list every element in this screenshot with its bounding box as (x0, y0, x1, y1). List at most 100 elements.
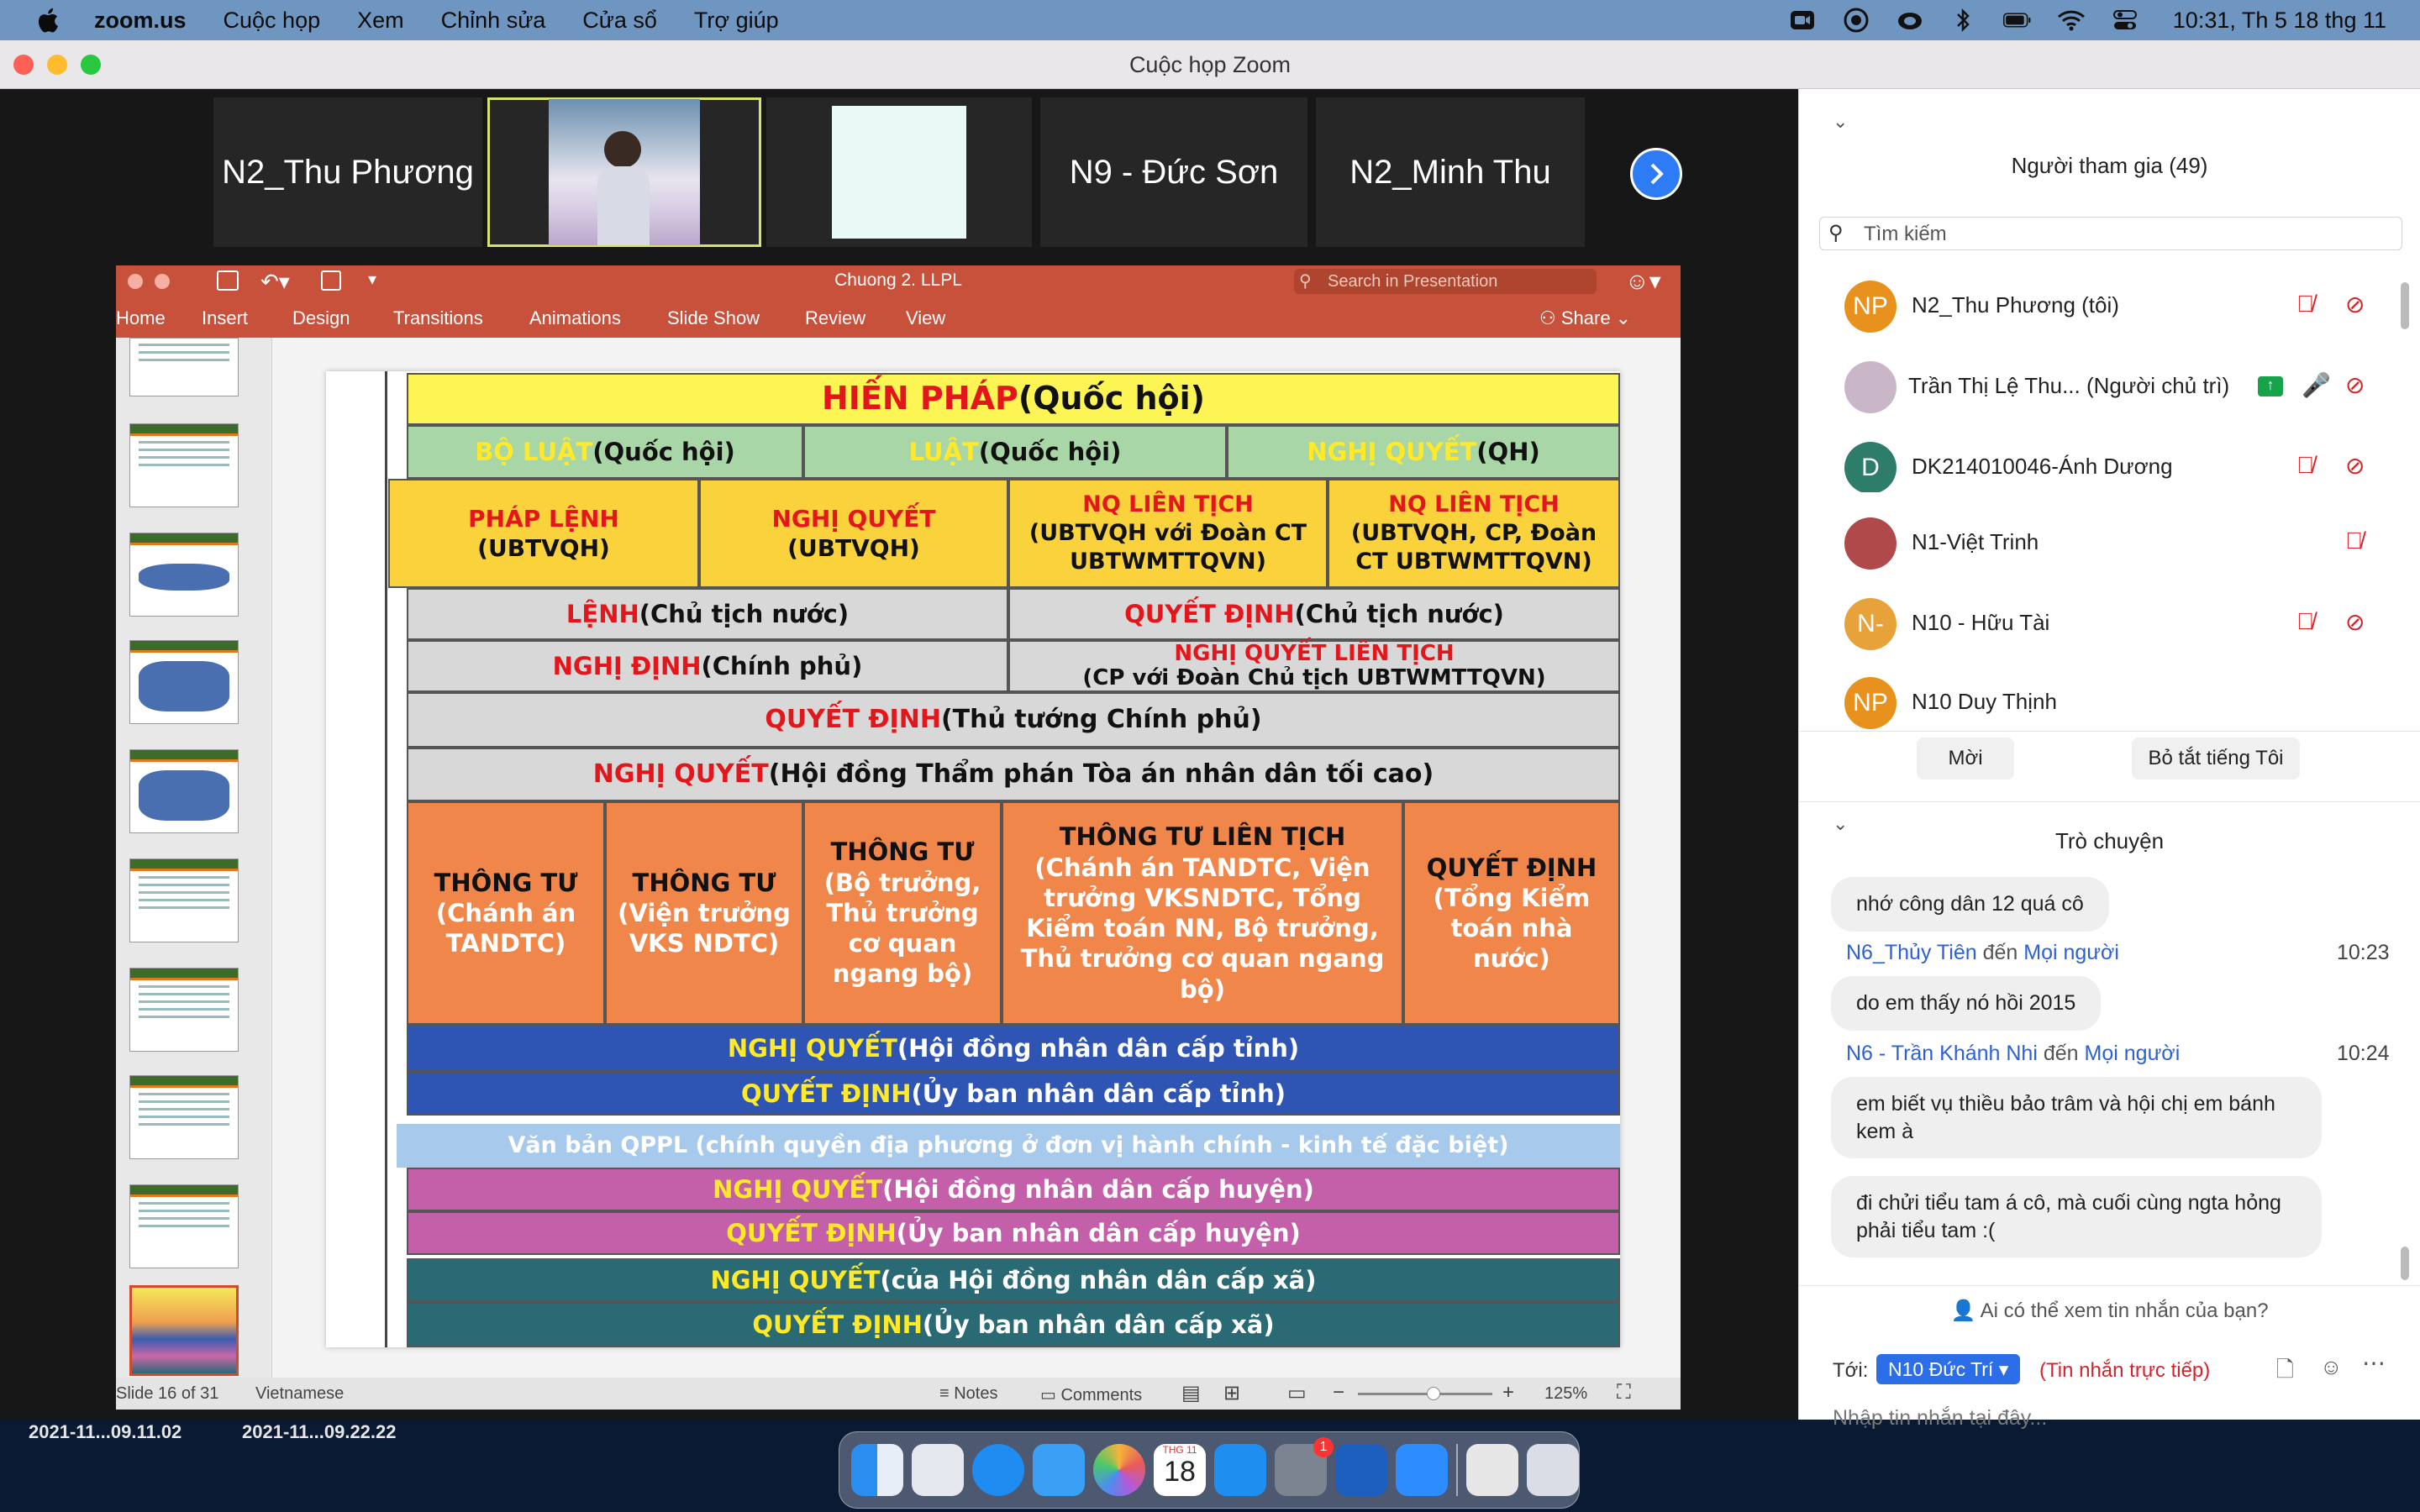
mail-icon[interactable] (1033, 1444, 1085, 1496)
photos-icon[interactable] (1093, 1444, 1145, 1496)
zoom-slider-thumb[interactable] (1427, 1387, 1440, 1400)
tab-design[interactable]: Design (292, 307, 350, 329)
ppt-search-input[interactable]: Search in Presentation (1294, 269, 1597, 294)
participant-list-scrollbar[interactable] (2401, 282, 2409, 329)
tab-home[interactable]: Home (116, 307, 166, 329)
slide-text: (Quốc hội) (978, 437, 1122, 466)
tab-review[interactable]: Review (805, 307, 865, 329)
word-icon[interactable] (1335, 1444, 1387, 1496)
slide-thumbnail[interactable] (129, 423, 239, 507)
comments-button[interactable]: ▭ Comments (1040, 1384, 1142, 1405)
menu-window[interactable]: Cửa sổ (582, 8, 657, 34)
video-tile-thu-phuong[interactable]: N2_Thu Phương (213, 97, 482, 247)
calendar-icon[interactable]: THG 11 18 (1154, 1444, 1206, 1496)
battery-icon[interactable] (2002, 8, 2032, 33)
launchpad-icon[interactable] (912, 1444, 964, 1496)
wifi-icon[interactable] (2057, 8, 2086, 33)
apple-icon[interactable] (34, 6, 60, 34)
menu-help[interactable]: Trợ giúp (694, 8, 779, 34)
normal-view-icon[interactable]: ▤ (1181, 1381, 1201, 1405)
slide-sorter-icon[interactable]: ⊞ (1223, 1381, 1240, 1405)
muted-mic-icon[interactable]: 🎙̸ (2296, 452, 2314, 479)
share-button[interactable]: ⚇ Share ⌄ (1539, 307, 1631, 329)
zoom-app-icon[interactable] (1396, 1444, 1448, 1496)
next-videos-button[interactable] (1630, 148, 1682, 200)
system-preferences-icon[interactable]: 1 (1275, 1437, 1334, 1496)
participant-row[interactable]: Trần Thị Lệ Thu... (Người chủ trì) (1844, 361, 2229, 413)
chat-scrollbar[interactable] (2401, 1247, 2409, 1280)
chat-sender[interactable]: N6_Thủy Tiên (1846, 941, 1977, 964)
tab-transitions[interactable]: Transitions (393, 307, 483, 329)
participant-row[interactable]: D DK214010046-Ánh Dương (1844, 442, 2173, 492)
document-stack-icon[interactable] (1466, 1444, 1518, 1496)
slide-thumbnail[interactable] (129, 1184, 239, 1268)
slide-thumbnail[interactable] (129, 858, 239, 942)
zoom-level[interactable]: 125% (1544, 1384, 1587, 1404)
zoom-window: Cuộc họp Zoom N2_Thu Phương N9 - Đức Sơn… (0, 40, 2420, 1430)
slide-thumbnail[interactable] (129, 749, 239, 833)
recipient-dropdown[interactable]: N10 Đức Trí ▾ (1876, 1354, 2021, 1384)
slide-thumbnail[interactable] (129, 968, 239, 1052)
menu-edit[interactable]: Chỉnh sửa (441, 8, 546, 34)
zoom-in-icon[interactable]: + (1502, 1381, 1514, 1404)
video-tile-host[interactable] (487, 97, 761, 247)
safari-icon[interactable] (972, 1444, 1024, 1496)
presenter-view-icon[interactable]: ▭ (1287, 1381, 1307, 1405)
tab-view[interactable]: View (906, 307, 945, 329)
slide-thumbnail[interactable] (129, 640, 239, 724)
zoom-slider[interactable] (1358, 1393, 1492, 1395)
app-store-icon[interactable] (1214, 1444, 1266, 1496)
language-indicator[interactable]: Vietnamese (255, 1384, 344, 1404)
fit-to-window-icon[interactable]: ⛶ (1617, 1381, 1631, 1404)
tab-insert[interactable]: Insert (202, 307, 248, 329)
tab-slide-show[interactable]: Slide Show (667, 307, 760, 329)
zoom-out-icon[interactable]: − (1333, 1381, 1344, 1404)
muted-mic-icon[interactable]: 🎙̸ (2296, 291, 2314, 318)
more-options-icon[interactable]: ⋯ (2362, 1349, 2386, 1377)
bluetooth-icon[interactable] (1949, 8, 1978, 33)
slide-row-ubnd-huyen: QUYẾT ĐỊNH (Ủy ban nhân dân cấp huyện) (407, 1211, 1620, 1255)
video-tile-minh-thu[interactable]: N2_Minh Thu (1316, 97, 1585, 247)
unmute-me-button[interactable]: Bỏ tắt tiếng Tôi (2132, 738, 2300, 780)
file-icon[interactable]: 🗋 (2276, 1354, 2294, 1391)
menu-meeting[interactable]: Cuộc họp (224, 8, 321, 34)
finder-icon[interactable] (851, 1444, 903, 1496)
tab-animations[interactable]: Animations (529, 307, 621, 329)
smiley-feedback-icon[interactable]: ☺▾ (1625, 267, 1661, 295)
control-center-icon[interactable] (2111, 8, 2139, 33)
participant-row[interactable]: N1-Việt Trinh (1844, 517, 2039, 570)
mic-icon[interactable]: 🎤 (2302, 371, 2331, 399)
slide-thumbnail[interactable] (129, 1075, 239, 1159)
participant-row[interactable]: NP N10 Duy Thịnh (1844, 677, 2057, 729)
menu-clock[interactable]: 10:31, Th 5 18 thg 11 (2173, 8, 2386, 34)
notes-button[interactable]: ≡ Notes (939, 1384, 997, 1404)
muted-mic-icon[interactable]: 🎙̸ (2345, 528, 2363, 554)
participant-search-input[interactable]: ⚲ Tìm kiếm (1819, 217, 2402, 250)
collapse-participants-icon[interactable]: ⌄ (1833, 111, 1848, 133)
video-off-icon[interactable]: ⊘ (2345, 291, 2365, 318)
participant-row[interactable]: N- N10 - Hữu Tài (1844, 598, 2049, 650)
participant-row[interactable]: NP N2_Thu Phương (tôi) (1844, 281, 2119, 333)
video-off-icon[interactable]: ⊘ (2345, 452, 2365, 480)
video-tile-blank[interactable] (766, 97, 1032, 247)
slide-thumbnail[interactable] (129, 533, 239, 617)
menu-view[interactable]: Xem (357, 8, 404, 34)
muted-mic-icon[interactable]: 🎙̸ (2296, 608, 2314, 635)
chat-privacy-link[interactable]: 👤 Ai có thể xem tin nhắn của bạn? (1799, 1299, 2420, 1323)
creative-cloud-icon[interactable] (1896, 8, 1924, 33)
desktop-file-label[interactable]: 2021-11...09.22.22 (242, 1421, 397, 1443)
slide-thumbnail-current[interactable] (129, 1285, 239, 1376)
menu-app-name[interactable]: zoom.us (94, 8, 187, 34)
emoji-icon[interactable]: ☺ (2320, 1354, 2343, 1380)
chat-sender[interactable]: N6 - Trần Khánh Nhi (1846, 1042, 2038, 1065)
video-off-icon[interactable]: ⊘ (2345, 371, 2365, 399)
video-off-icon[interactable]: ⊘ (2345, 608, 2365, 636)
trash-icon[interactable] (1527, 1444, 1579, 1496)
zoom-video-status-icon[interactable] (1788, 8, 1817, 33)
video-tile-duc-son[interactable]: N9 - Đức Sơn (1040, 97, 1307, 247)
invite-button[interactable]: Mời (1917, 738, 2014, 780)
chat-message-input[interactable]: Nhập tin nhắn tại đây... (1833, 1406, 2387, 1440)
slide-thumbnail[interactable] (129, 338, 239, 396)
screen-share-icon[interactable] (1842, 8, 1870, 33)
desktop-file-label[interactable]: 2021-11...09.11.02 (29, 1421, 182, 1443)
